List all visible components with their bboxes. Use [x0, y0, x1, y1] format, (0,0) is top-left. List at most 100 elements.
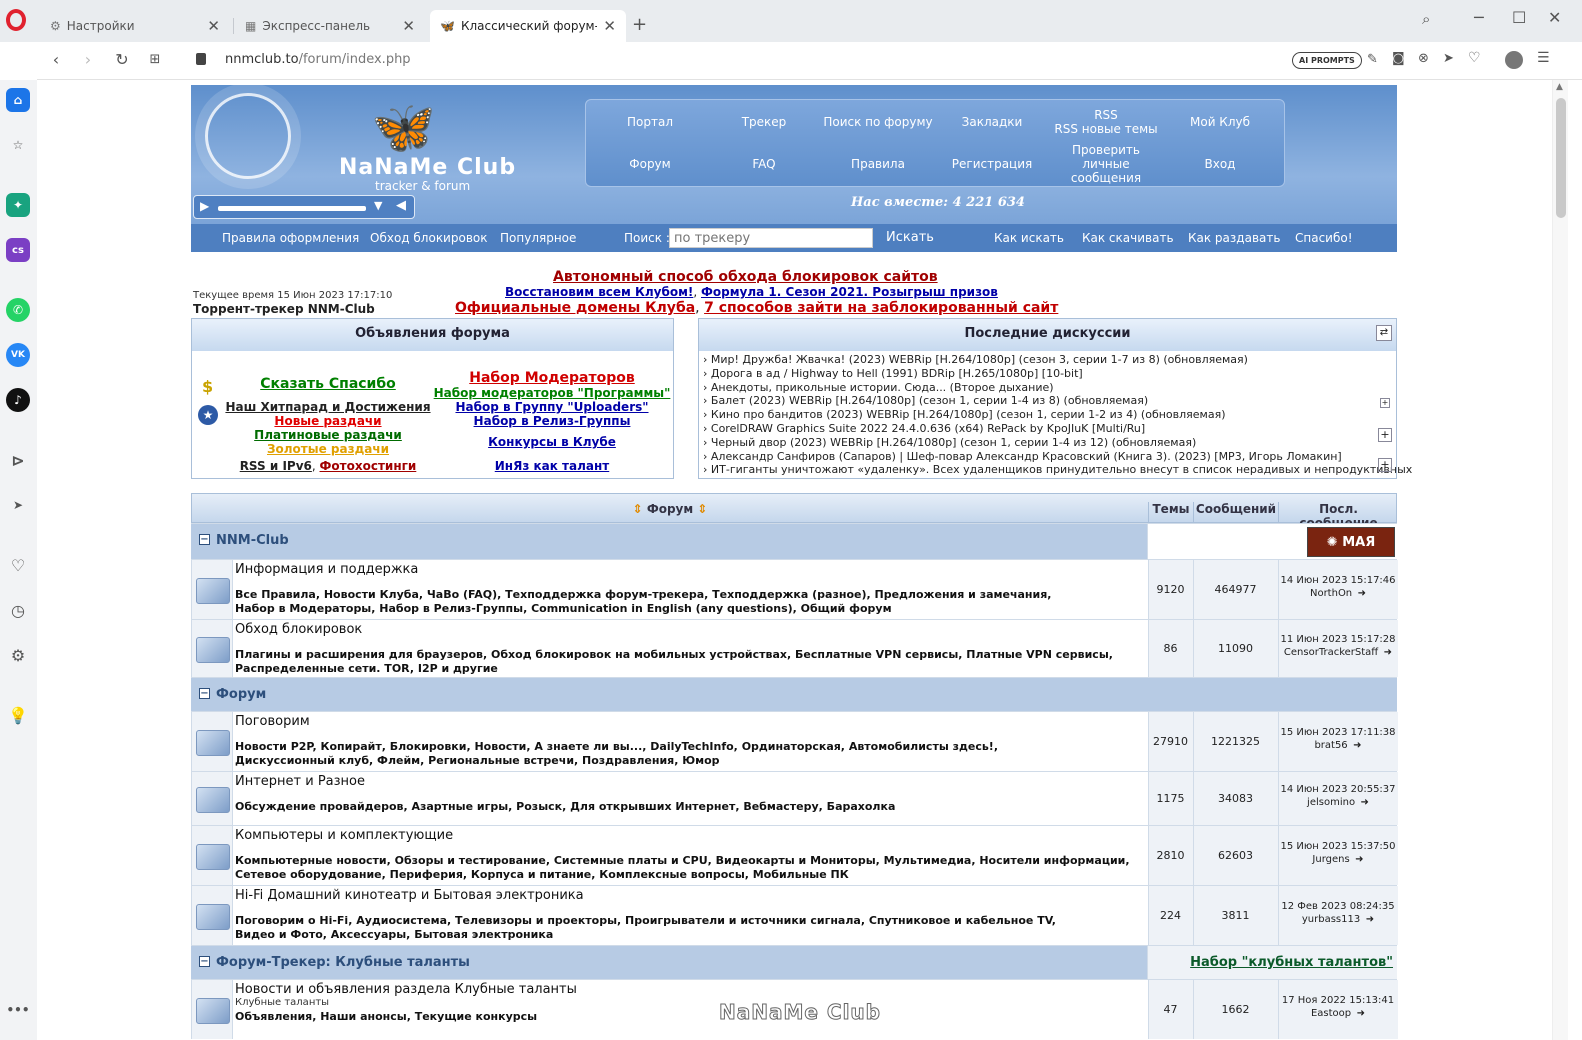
settings-icon[interactable]: ⚙ [6, 643, 30, 667]
discussion-item[interactable]: › CorelDRAW Graphics Suite 2022 24.4.0.6… [703, 422, 1363, 436]
player-icon[interactable]: ⊳ [6, 448, 30, 472]
rss-ipv6-link[interactable]: RSS и IPv6 [240, 459, 312, 473]
last-post-username[interactable]: NorthOn [1310, 588, 1352, 599]
forum-title[interactable]: Новости и объявления раздела Клубные тал… [235, 982, 577, 997]
discussion-item[interactable]: › ИТ-гиганты уничтожают «удаленку». Всех… [703, 463, 1412, 477]
subforum-links[interactable]: Сетевое оборудование, Периферия, Корпуса… [235, 868, 849, 881]
subforum-links[interactable]: Распределенные сети. TOR, I2P и другие [235, 662, 498, 675]
send-icon[interactable]: ➤ [1443, 51, 1454, 66]
subforum-links[interactable]: Все Правила, Новости Клуба, ЧаВо (FAQ), … [235, 588, 1051, 601]
subforum-links[interactable]: Плагины и расширения для браузеров, Обхо… [235, 648, 1113, 661]
goto-post-icon[interactable]: ➜ [1353, 1008, 1365, 1019]
subnav-formatting-rules[interactable]: Правила оформления [222, 231, 359, 245]
uploaders-link[interactable]: Набор в Группу "Uploaders" [432, 400, 672, 414]
bookmark-icon[interactable]: ☆ [6, 133, 30, 157]
expand-small-icon[interactable]: + [1380, 398, 1390, 408]
goto-post-icon[interactable]: ➜ [1362, 914, 1374, 925]
scrollbar-thumb[interactable] [1556, 98, 1566, 218]
audio-player[interactable]: ▶ ▼ ◀ [193, 195, 415, 219]
cs-icon[interactable]: cs [6, 238, 30, 262]
tips-icon[interactable]: 💡 [6, 703, 30, 727]
close-icon[interactable]: ✕ [207, 17, 220, 35]
search-button[interactable]: Искать [886, 230, 934, 245]
tiles-icon[interactable]: ⊞ [144, 52, 166, 67]
edit-icon[interactable]: ✎ [1367, 52, 1378, 67]
new-tab-button[interactable]: + [632, 14, 647, 35]
moderators-recruit-link[interactable]: Набор Модераторов [432, 370, 672, 386]
last-post-username[interactable]: brat56 [1314, 740, 1347, 751]
discussion-item[interactable]: › Мир! Дружба! Жвачка! (2023) WEBRip [H.… [703, 353, 1363, 367]
say-thanks-link[interactable]: Сказать Спасибо [192, 376, 464, 392]
goto-post-icon[interactable]: ➜ [1354, 588, 1366, 599]
play-icon[interactable]: ▶ [200, 199, 209, 213]
last-post-username[interactable]: yurbass113 [1302, 914, 1360, 925]
nav-register[interactable]: Регистрация [934, 144, 1050, 184]
goto-post-icon[interactable]: ➜ [1350, 740, 1361, 751]
last-post-user[interactable]: NorthOn ➜ [1278, 588, 1398, 599]
subforum-links[interactable]: Поговорим о Hi-Fi, Аудиосистема, Телевиз… [235, 914, 1056, 927]
nav-forum[interactable]: Форум [592, 144, 708, 184]
subforum-links[interactable]: Обсуждение провайдеров, Азартные игры, Р… [235, 800, 895, 813]
tab-settings[interactable]: ⚙ Настройки ✕ [40, 10, 230, 42]
search-input[interactable] [669, 228, 873, 248]
maximize-icon[interactable]: ☐ [1512, 8, 1526, 27]
last-post-user[interactable]: Jurgens ➜ [1278, 854, 1398, 865]
last-post-user[interactable]: Eastoop ➜ [1278, 1008, 1398, 1019]
subforum-links[interactable]: Видео и Фото, Аксессуары, Бытовая электр… [235, 928, 553, 941]
subforum-links[interactable]: Набор в Модераторы, Набор в Релиз-Группы… [235, 602, 892, 615]
search-tabs-icon[interactable]: ⌕ [1422, 10, 1430, 28]
discussion-item[interactable]: › Балет (2023) WEBRip [H.264/1080p] (сез… [703, 394, 1363, 408]
nav-rules[interactable]: Правила [820, 144, 936, 184]
subforum-links[interactable]: Объявления, Наши анонсы, Текущие конкурс… [235, 1010, 537, 1023]
block-icon[interactable]: ⊗ [1418, 51, 1429, 66]
forum-title[interactable]: Hi-Fi Домашний кинотеатр и Бытовая элект… [235, 888, 584, 903]
subnav-how-download[interactable]: Как скачивать [1082, 231, 1174, 245]
forward-icon[interactable]: › [77, 50, 99, 69]
nav-rss[interactable]: RSS RSS новые темы [1048, 102, 1164, 142]
category-name[interactable]: Форум [216, 687, 266, 702]
page-scrollbar[interactable]: ▲ [1552, 80, 1568, 1040]
nav-portal[interactable]: Портал [592, 102, 708, 142]
ai-prompts-button[interactable]: AI PROMPTS [1292, 52, 1362, 69]
forum-title[interactable]: Обход блокировок [235, 622, 362, 637]
subnav-thanks[interactable]: Спасибо! [1295, 231, 1353, 245]
subnav-bypass[interactable]: Обход блокировок [370, 231, 487, 245]
opera-logo-icon[interactable] [6, 9, 26, 31]
close-window-icon[interactable]: ✕ [1548, 8, 1561, 27]
nav-faq[interactable]: FAQ [706, 144, 822, 184]
new-releases-link[interactable]: Новые раздачи [192, 414, 464, 428]
nav-messages[interactable]: Проверить личные сообщения [1048, 143, 1164, 185]
talents-recruit-link[interactable]: Набор "клубных талантов" [1190, 955, 1393, 970]
moderators-programs-link[interactable]: Набор модераторов "Программы" [432, 386, 672, 400]
subnav-how-search[interactable]: Как искать [994, 231, 1064, 245]
back-icon[interactable]: ‹ [45, 50, 67, 69]
discussion-item[interactable]: › Дорога в ад / Highway to Hell (1991) B… [703, 367, 1363, 381]
expand-bottom-icon[interactable]: + [1378, 458, 1392, 472]
contests-link[interactable]: Конкурсы в Клубе [432, 435, 672, 449]
banner-ways[interactable]: 7 способов зайти на заблокированный сайт [704, 300, 1058, 316]
planet-banner-image[interactable]: ✺ МАЯ [1307, 527, 1395, 557]
collapse-icon[interactable]: − [199, 956, 210, 967]
subforum-links[interactable]: Дискуссионный клуб, Флейм, Региональные … [235, 754, 720, 767]
discussion-item[interactable]: › Кино про бандитов (2023) WEBRip [H.264… [703, 408, 1363, 422]
tiktok-icon[interactable]: ♪ [6, 388, 30, 412]
last-post-username[interactable]: Eastoop [1311, 1008, 1351, 1019]
banner-bypass[interactable]: Автономный способ обхода блокировок сайт… [553, 269, 938, 285]
forum-title[interactable]: Компьютеры и комплектующие [235, 828, 453, 843]
nav-tracker[interactable]: Трекер [706, 102, 822, 142]
platinum-link[interactable]: Платиновые раздачи [192, 428, 464, 442]
last-post-username[interactable]: Jurgens [1312, 854, 1349, 865]
tab-forum[interactable]: 🦋 Классический форум-тре ✕ [430, 10, 626, 42]
banner-domains[interactable]: Официальные домены Клуба [455, 300, 695, 316]
close-icon[interactable]: ✕ [402, 17, 415, 35]
goto-post-icon[interactable]: ➜ [1357, 797, 1369, 808]
hitparade-link[interactable]: Наш Хитпарад и Достижения [192, 400, 464, 414]
chevron-down-icon[interactable]: ▼ [374, 199, 382, 212]
heart-icon[interactable]: ♡ [1468, 50, 1481, 66]
goto-post-icon[interactable]: ➜ [1352, 854, 1363, 865]
nav-login[interactable]: Вход [1162, 144, 1278, 184]
more-icon[interactable]: ••• [6, 998, 30, 1022]
category-name[interactable]: NNM-Club [216, 533, 289, 548]
speaker-icon[interactable]: ◀ [396, 198, 406, 213]
subnav-how-seed[interactable]: Как раздавать [1188, 231, 1280, 245]
